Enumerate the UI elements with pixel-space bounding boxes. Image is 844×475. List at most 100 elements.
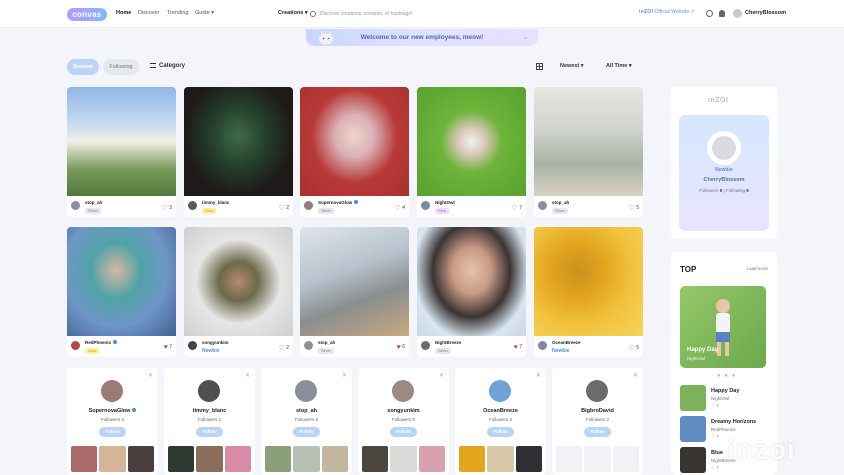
creation-card[interactable]: stop_ah Silver ♡ 3 bbox=[67, 87, 176, 217]
creator-name[interactable]: NightOwl bbox=[435, 200, 455, 205]
close-icon[interactable]: ✕ bbox=[633, 372, 638, 379]
search-input[interactable]: Discover creations, creators, or hashtag… bbox=[310, 8, 460, 20]
creation-thumbnail[interactable] bbox=[680, 447, 706, 473]
creation-image[interactable] bbox=[534, 227, 643, 336]
follow-button[interactable]: Follow bbox=[99, 427, 126, 437]
nav-discover[interactable]: Discover bbox=[138, 10, 159, 16]
creator-avatar[interactable] bbox=[71, 201, 80, 210]
load-more-link[interactable]: Load more bbox=[746, 266, 768, 271]
profile-avatar[interactable] bbox=[707, 131, 741, 165]
creator-name[interactable]: stop_ah bbox=[318, 340, 335, 345]
creator-name[interactable]: OceanBreeze bbox=[455, 408, 546, 414]
creator-avatar[interactable] bbox=[101, 380, 123, 402]
creator-avatar[interactable] bbox=[392, 380, 414, 402]
close-icon[interactable]: ✕ bbox=[245, 372, 250, 379]
creator-name[interactable]: timmy_blanc bbox=[202, 200, 230, 205]
creation-thumbnail[interactable] bbox=[487, 446, 514, 472]
like-button[interactable]: ♡ 5 bbox=[629, 344, 639, 352]
creation-image[interactable] bbox=[67, 227, 176, 336]
creation-thumbnail[interactable] bbox=[459, 446, 486, 472]
top-feature-card[interactable]: Happy Day NightOwl bbox=[680, 286, 766, 368]
creator-name[interactable]: BigbroDavid bbox=[552, 408, 643, 414]
creator-name[interactable]: songyunkim bbox=[202, 340, 229, 345]
creator-avatar[interactable] bbox=[295, 380, 317, 402]
creation-thumbnail[interactable] bbox=[127, 446, 154, 472]
creator-name[interactable]: SupernovaGlow bbox=[318, 200, 359, 205]
follow-button[interactable]: Follow bbox=[390, 427, 417, 437]
creation-card[interactable]: timmy_blanc Gold ♡ 2 bbox=[184, 87, 293, 217]
creator-avatar[interactable] bbox=[188, 201, 197, 210]
creator-name[interactable]: OceanBreeze bbox=[552, 340, 581, 345]
nav-home[interactable]: Home bbox=[116, 10, 131, 16]
creation-card[interactable]: RedPhoenix Gold ♥ 7 bbox=[67, 227, 176, 357]
bell-icon[interactable] bbox=[719, 10, 725, 17]
creation-thumbnail[interactable] bbox=[515, 446, 542, 472]
creations-menu[interactable]: Creations ▾ bbox=[278, 10, 308, 16]
creation-thumbnail[interactable] bbox=[612, 446, 639, 472]
nav-trending[interactable]: Trending bbox=[167, 10, 189, 16]
creation-image[interactable] bbox=[417, 87, 526, 196]
creation-card[interactable]: NightBreeze Silver ♥ 7 bbox=[417, 227, 526, 357]
period-select[interactable]: All Time ▾ bbox=[606, 63, 632, 69]
top-list-item[interactable]: Happy Day NightOwl ♡ 7 bbox=[680, 385, 770, 411]
chevron-down-icon[interactable]: ⌄ bbox=[523, 34, 528, 41]
creation-thumbnail[interactable] bbox=[680, 385, 706, 411]
like-button[interactable]: ♡ 5 bbox=[629, 204, 639, 212]
creation-thumbnail[interactable] bbox=[584, 446, 611, 472]
creation-thumbnail[interactable] bbox=[390, 446, 417, 472]
globe-icon[interactable] bbox=[706, 10, 713, 17]
follow-button[interactable]: Follow bbox=[487, 427, 514, 437]
category-filter[interactable]: Category bbox=[150, 63, 185, 69]
follow-button[interactable]: Follow bbox=[196, 427, 223, 437]
creation-image[interactable] bbox=[534, 87, 643, 196]
convas-logo[interactable]: convas bbox=[67, 8, 107, 21]
creator-name[interactable]: stop_ah bbox=[261, 408, 352, 414]
creation-card[interactable]: stop_ah Silver ♥ 6 bbox=[300, 227, 409, 357]
close-icon[interactable]: ✕ bbox=[342, 372, 347, 379]
close-icon[interactable]: ✕ bbox=[536, 372, 541, 379]
creation-thumbnail[interactable] bbox=[71, 446, 98, 472]
like-button[interactable]: ♡ 7 bbox=[512, 204, 522, 212]
username[interactable]: CherryBlossom bbox=[745, 10, 786, 16]
tab-browse[interactable]: Browse bbox=[67, 59, 99, 75]
like-button[interactable]: ♡ 3 bbox=[162, 204, 172, 212]
creation-card[interactable]: OceanBreeze Newbie ♡ 5 bbox=[534, 227, 643, 357]
creation-image[interactable] bbox=[184, 87, 293, 196]
close-icon[interactable]: ✕ bbox=[148, 372, 153, 379]
tab-following[interactable]: Following bbox=[103, 59, 139, 75]
user-avatar[interactable] bbox=[733, 9, 742, 18]
creator-name[interactable]: SupernovaGlow bbox=[67, 408, 158, 414]
creator-name[interactable]: RedPhoenix bbox=[85, 340, 118, 345]
creator-avatar[interactable] bbox=[538, 201, 547, 210]
creator-name[interactable]: stop_ah bbox=[85, 200, 102, 205]
creator-name[interactable]: timmy_blanc bbox=[164, 408, 255, 414]
profile-card[interactable]: Newbie CherryBlossom Followers 0 | Follo… bbox=[679, 115, 769, 231]
creator-name[interactable]: songyunkim bbox=[358, 408, 449, 414]
creation-thumbnail[interactable] bbox=[418, 446, 445, 472]
creation-thumbnail[interactable] bbox=[265, 446, 292, 472]
creation-image[interactable] bbox=[67, 87, 176, 196]
creation-thumbnail[interactable] bbox=[99, 446, 126, 472]
creation-thumbnail[interactable] bbox=[224, 446, 251, 472]
creator-avatar[interactable] bbox=[538, 341, 547, 350]
creator-name[interactable]: NightBreeze bbox=[435, 340, 461, 345]
creation-card[interactable]: stop_ah Silver ♡ 5 bbox=[534, 87, 643, 217]
nav-guide[interactable]: Guide ▾ bbox=[195, 10, 214, 16]
creator-avatar[interactable] bbox=[586, 380, 608, 402]
creation-card[interactable]: SupernovaGlow Silver ♡ 4 bbox=[300, 87, 409, 217]
creator-avatar[interactable] bbox=[421, 201, 430, 210]
like-button[interactable]: ♡ 4 bbox=[395, 204, 405, 212]
creator-avatar[interactable] bbox=[421, 341, 430, 350]
creation-image[interactable] bbox=[300, 87, 409, 196]
creation-thumbnail[interactable] bbox=[362, 446, 389, 472]
follow-button[interactable]: Follow bbox=[584, 427, 611, 437]
creation-thumbnail[interactable] bbox=[556, 446, 583, 472]
announcement-banner[interactable]: Welcome to our new employees, meow! ⌄ bbox=[306, 29, 538, 46]
creation-thumbnail[interactable] bbox=[168, 446, 195, 472]
creator-name[interactable]: stop_ah bbox=[552, 200, 569, 205]
creation-card[interactable]: NightOwl Pink ♡ 7 bbox=[417, 87, 526, 217]
creator-avatar[interactable] bbox=[188, 341, 197, 350]
official-website-link[interactable]: inZOI Official Website ↗ bbox=[639, 9, 695, 15]
creation-thumbnail[interactable] bbox=[321, 446, 348, 472]
creator-avatar[interactable] bbox=[71, 341, 80, 350]
